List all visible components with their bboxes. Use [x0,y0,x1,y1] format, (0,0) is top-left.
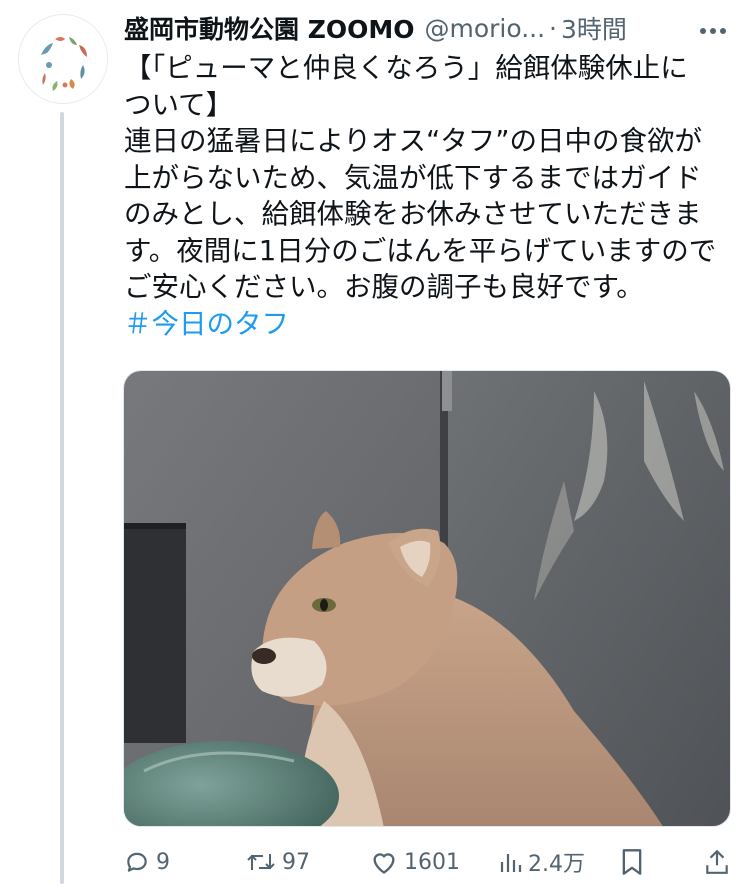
reply-icon [127,852,147,872]
avatar[interactable] [18,14,108,104]
share-button[interactable] [704,842,730,882]
tweet-text-line: ご安心ください。お腹の調子も良好です。 [124,271,644,303]
hashtag-link[interactable]: ＃今日のタフ [124,306,730,343]
tweet-text-line: 上がらないため、気温が低下するまではガイド [124,161,702,194]
tweet-text-line: 【「ピューマと仲良くなろう」給餌体験休止に [124,52,688,84]
bookmark-icon [622,849,642,875]
tweet-text-line: ついて】 [124,88,234,121]
tweet-photo[interactable] [123,370,731,827]
display-name[interactable]: 盛岡市動物公園 ZOOMO [124,10,414,46]
like-button[interactable]: 1601 [370,842,460,882]
views-button[interactable]: 2.4万 [498,842,585,882]
separator-dot: · [549,13,557,43]
bookmark-button[interactable] [620,842,644,882]
tweet-text-line: 連日の猛暑日によりオス“タフ”の日中の食欲が [124,125,702,157]
views-count: 2.4万 [528,852,585,877]
puma-photo [124,371,730,826]
tweet-text-line: のみとし、給餌体験をお休みさせていただきま [124,198,702,230]
like-count: 1601 [404,849,460,875]
views-icon [500,854,522,872]
timestamp[interactable]: 3時間 [561,10,627,46]
zoo-logo-icon [20,16,107,103]
reply-count: 9 [156,849,170,875]
retweet-count: 97 [282,849,310,875]
user-handle[interactable]: @morio... [424,14,545,43]
more-dots-icon[interactable] [698,13,730,43]
thread-line [60,112,64,884]
tweet-header: 盛岡市動物公園 ZOOMO @morio... · 3時間 [124,8,730,48]
tweet-actions: 9 97 1601 2.4万 [124,842,730,882]
retweet-button[interactable]: 97 [246,842,310,882]
reply-button[interactable]: 9 [124,842,170,882]
retweet-icon [247,854,275,870]
share-icon [706,849,728,874]
tweet-text-line: す。夜間に1日分のごはんを平らげていますので [124,234,717,267]
like-icon [373,853,395,874]
tweet-text: 【「ピューマと仲良くなろう」給餌体験休止に ついて】 連日の猛暑日によりオス“タ… [124,50,730,342]
